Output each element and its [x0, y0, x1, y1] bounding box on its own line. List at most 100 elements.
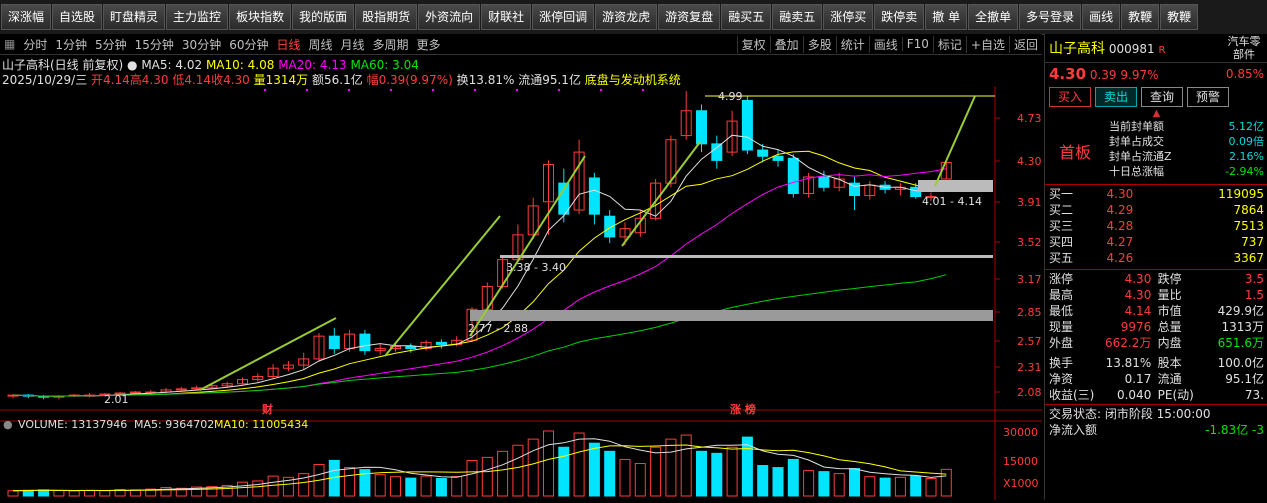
volume-bar — [466, 459, 478, 497]
bid-row[interactable]: 买四 4.27 737 — [1045, 234, 1267, 250]
toolbar-button[interactable]: 游资复盘 — [658, 4, 721, 30]
tab-tool[interactable]: 叠加 — [769, 35, 803, 53]
volume-bar — [665, 438, 677, 497]
toolbar-button[interactable]: 我的版面 — [292, 4, 355, 30]
stat-key: 市值 — [1157, 304, 1182, 318]
bar-amount: 额56.1亿 — [312, 73, 363, 87]
ma5-line — [12, 134, 947, 397]
marker-dot — [515, 88, 519, 92]
tab-tool[interactable]: 返回 — [1008, 35, 1042, 53]
toolbar-button[interactable]: 画线 — [1082, 4, 1121, 30]
ma20-label: MA20: 4.13 — [278, 58, 347, 72]
candle-body — [757, 149, 769, 157]
tab-period[interactable]: 1分钟 — [51, 36, 91, 53]
tab-tool[interactable]: 多股 — [802, 35, 836, 53]
kline-chart[interactable]: 4.73 4.30 3.91 3.52 3.17 2.85 2.57 2.31 2.08 3000… — [0, 86, 1042, 500]
tab-period[interactable]: 分时 — [19, 36, 51, 53]
tab-period[interactable]: 60分钟 — [225, 36, 272, 53]
alert-button[interactable]: 预警 — [1187, 87, 1230, 107]
trend-arrow — [199, 317, 337, 391]
bar-open: 开4.14 — [91, 73, 130, 87]
trade-status: 交易状态: 闭市阶段 15:00:00 — [1049, 407, 1211, 421]
seal-row: 当前封单额 5.12亿 — [1105, 119, 1267, 134]
toolbar-button[interactable]: 财联社 — [481, 4, 532, 30]
stat-key: 内盘 — [1157, 336, 1182, 350]
stat-key: 最低 — [1049, 304, 1074, 318]
tab-tool[interactable]: F10 — [901, 37, 933, 51]
volume-bar — [543, 430, 554, 497]
stat-key: 流通 — [1157, 372, 1182, 386]
candle-body — [588, 177, 600, 215]
volume-bar — [833, 473, 845, 497]
bid-row[interactable]: 买二 4.29 7864 — [1045, 202, 1267, 218]
volume-bar — [405, 477, 417, 497]
query-button[interactable]: 查询 — [1141, 87, 1184, 107]
stat-row: 净资 0.17 流通 95.1亿 — [1045, 371, 1267, 387]
toolbar-button[interactable]: 游资龙虎 — [595, 4, 658, 30]
candle-body — [435, 341, 447, 345]
buy-button[interactable]: 买入 — [1049, 87, 1092, 107]
toolbar-button[interactable]: 教鞭 — [1160, 4, 1199, 30]
trend-arrow — [621, 141, 701, 247]
seal-key: 封单占成交 — [1109, 135, 1164, 148]
tab-period[interactable]: 月线 — [337, 36, 369, 53]
candle-body — [772, 155, 784, 161]
volume-bar — [696, 450, 707, 497]
toolbar-button[interactable]: 板块指数 — [229, 4, 292, 30]
bid-volume: 737 — [1241, 235, 1264, 249]
bid-label: 买一 — [1049, 187, 1074, 201]
tab-tool[interactable]: 画线 — [868, 35, 902, 53]
toolbar-button[interactable]: 股指期货 — [355, 4, 418, 30]
toolbar-button[interactable]: 多号登录 — [1019, 4, 1082, 30]
bar-date: 2025/10/29/三 — [2, 73, 88, 87]
toolbar-button[interactable]: 外资流向 — [418, 4, 481, 30]
toolbar-button[interactable]: 全撤单 — [968, 4, 1019, 30]
toolbar-button[interactable]: 跌停卖 — [874, 4, 925, 30]
marker-dot — [389, 88, 393, 92]
collapse-icon[interactable]: ▲ — [1045, 109, 1267, 119]
settings-icon[interactable]: ● — [127, 58, 137, 72]
tab-tool[interactable]: +自选 — [965, 35, 1009, 53]
price-annotation: 4.99 — [718, 90, 743, 103]
tab-tool[interactable]: 标记 — [932, 35, 966, 53]
toolbar-button[interactable]: 盯盘精灵 — [103, 4, 166, 30]
stat-value: 100.0亿 — [1217, 356, 1264, 370]
toolbar-button[interactable]: 深涨幅 — [1, 4, 52, 30]
marker-dot — [557, 88, 561, 92]
toolbar-button[interactable]: 涨停回调 — [532, 4, 595, 30]
stat-value: 4.30 — [1124, 272, 1152, 286]
toolbar-button[interactable]: 涨停买 — [823, 4, 874, 30]
sector-name[interactable]: 汽车零部件 — [1224, 35, 1264, 61]
tab-period[interactable]: 多周期 — [369, 36, 413, 53]
bar-turnover: 换13.81% — [456, 73, 515, 87]
vol-tick-label: 30000 — [1003, 426, 1038, 439]
volume-bar — [604, 450, 616, 497]
tab-period[interactable]: 5分钟 — [91, 36, 131, 53]
bid-row[interactable]: 买三 4.28 7513 — [1045, 218, 1267, 234]
tab-period[interactable]: 30分钟 — [178, 36, 225, 53]
ma60-label: MA60: 3.04 — [350, 58, 419, 72]
tab-period[interactable]: 日线 — [272, 36, 304, 53]
price-change-pct: 9.97% — [1120, 68, 1159, 82]
toolbar-button[interactable]: 融卖五 — [772, 4, 823, 30]
toolbar-button[interactable]: 教鞭 — [1121, 4, 1160, 30]
volume-bar — [772, 467, 784, 497]
toolbar-button[interactable]: 主力监控 — [166, 4, 229, 30]
tab-period[interactable]: 更多 — [413, 36, 445, 53]
bid-price: 4.30 — [1106, 187, 1134, 201]
bid-row[interactable]: 买一 4.30 119095 — [1045, 186, 1267, 202]
toolbar-button[interactable]: 融买五 — [721, 4, 772, 30]
volume-bar — [435, 478, 447, 497]
tab-period[interactable]: 15分钟 — [131, 36, 178, 53]
bid-row[interactable]: 买五 4.26 3367 — [1045, 250, 1267, 266]
y-tick-label: 2.57 — [1017, 335, 1042, 348]
tab-period[interactable]: 周线 — [305, 36, 337, 53]
toolbar-button[interactable]: 自选股 — [52, 4, 103, 30]
grid-icon[interactable]: ▦ — [0, 37, 19, 51]
toolbar-button[interactable]: 撤 单 — [925, 4, 968, 30]
tab-tool[interactable]: 统计 — [835, 35, 869, 53]
concept-label: 底盘与发动机系统 — [584, 73, 681, 87]
bid-price: 4.29 — [1106, 203, 1134, 217]
tab-tool[interactable]: 复权 — [736, 35, 770, 53]
sell-button[interactable]: 卖出 — [1095, 87, 1138, 107]
